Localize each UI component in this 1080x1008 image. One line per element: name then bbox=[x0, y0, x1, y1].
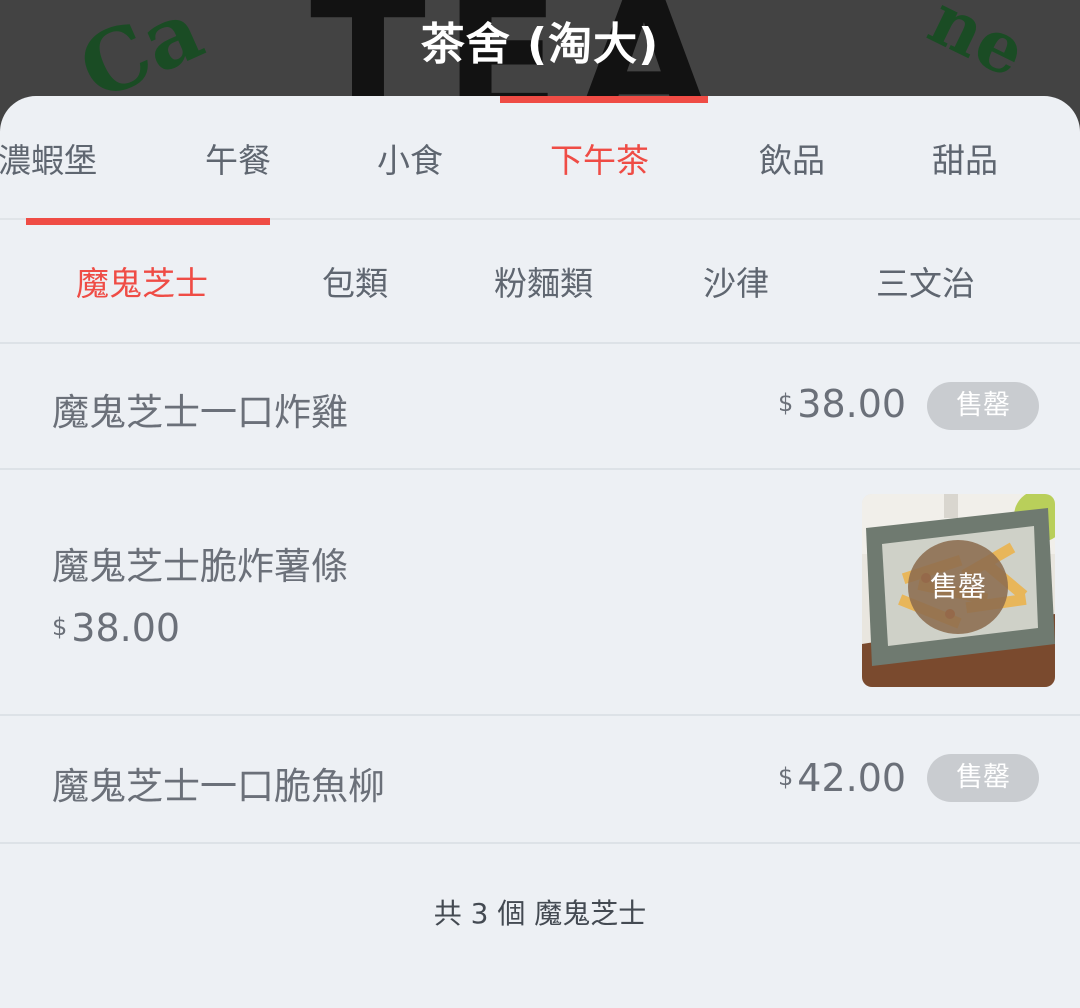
tab-category-6[interactable]: 甜品 bbox=[932, 134, 998, 182]
price-amount: 42.00 bbox=[797, 756, 907, 800]
item-count-text: 共 3 個 魔鬼芝士 bbox=[433, 897, 647, 930]
item-price: $42.00 bbox=[778, 756, 906, 800]
menu-sheet: 濃蝦堡 午餐 小食 下午茶 飲品 甜品 魔鬼芝士 包類 粉麵類 沙律 三文治 魔… bbox=[0, 96, 1080, 1008]
item-name: 魔鬼芝士一口炸雞 bbox=[52, 391, 348, 434]
banner-indicator bbox=[500, 96, 708, 103]
tab-sub-3[interactable]: 粉麵類 bbox=[494, 257, 593, 305]
currency-symbol: $ bbox=[778, 763, 794, 791]
item-price: $38.00 bbox=[778, 382, 906, 426]
tab-sub-5[interactable]: 三文治 bbox=[876, 257, 975, 305]
category-tab-bar: 濃蝦堡 午餐 小食 下午茶 飲品 甜品 bbox=[0, 96, 1080, 220]
menu-item-row[interactable]: 魔鬼芝士一口炸雞 $38.00 售罄 bbox=[0, 344, 1080, 470]
tab-category-5[interactable]: 飲品 bbox=[759, 134, 825, 182]
sold-out-badge: 售罄 bbox=[908, 540, 1008, 634]
item-name: 魔鬼芝士脆炸薯條 bbox=[52, 545, 348, 588]
menu-item-row[interactable]: 魔鬼芝士一口脆魚柳 $42.00 售罄 bbox=[0, 716, 1080, 844]
price-amount: 38.00 bbox=[71, 606, 181, 650]
sold-out-badge: 售罄 bbox=[927, 754, 1039, 802]
store-title: 茶舍 (淘大) bbox=[420, 19, 660, 70]
sold-out-badge: 售罄 bbox=[927, 382, 1039, 430]
tab-sub-2[interactable]: 包類 bbox=[322, 257, 388, 305]
menu-item-row[interactable]: 魔鬼芝士脆炸薯條 $38.00 售罄 bbox=[0, 470, 1080, 716]
fries-dish-icon[interactable]: 售罄 bbox=[862, 494, 1055, 687]
currency-symbol: $ bbox=[52, 613, 68, 641]
tab-category-1[interactable]: 濃蝦堡 bbox=[0, 134, 97, 182]
price-amount: 38.00 bbox=[797, 382, 907, 426]
item-name: 魔鬼芝士一口脆魚柳 bbox=[52, 765, 385, 808]
tab-sub-4[interactable]: 沙律 bbox=[703, 257, 769, 305]
currency-symbol: $ bbox=[778, 389, 794, 417]
tab-sub-1[interactable]: 魔鬼芝士 bbox=[76, 257, 208, 305]
tab-category-3[interactable]: 小食 bbox=[377, 134, 443, 182]
subcategory-tab-bar: 魔鬼芝士 包類 粉麵類 沙律 三文治 bbox=[0, 220, 1080, 344]
tab-category-4[interactable]: 下午茶 bbox=[550, 134, 649, 182]
tab-category-2[interactable]: 午餐 bbox=[205, 134, 271, 182]
item-price: $38.00 bbox=[52, 606, 180, 650]
